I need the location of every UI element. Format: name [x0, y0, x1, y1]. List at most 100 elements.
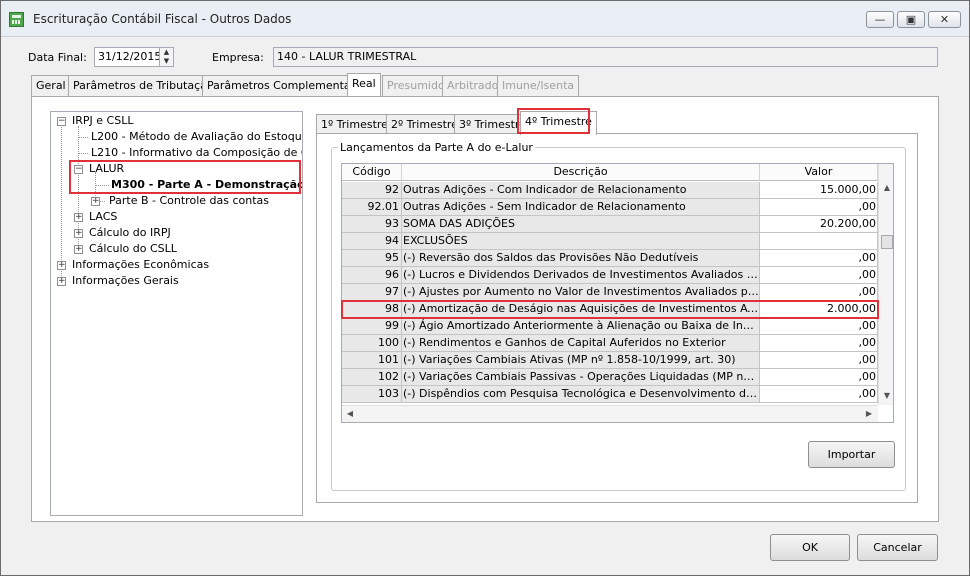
cell-valor[interactable]: ,00 [760, 267, 878, 283]
table-row[interactable]: 92.01 Outras Adições - Sem Indicador de R… [342, 199, 878, 216]
scroll-up-icon[interactable]: ▲ [880, 182, 893, 194]
tab-geral[interactable]: Geral [31, 75, 71, 96]
date-spinner[interactable]: ▲ ▼ [159, 47, 174, 67]
table-row[interactable]: 92 Outras Adições - Com Indicador de Rela… [342, 182, 878, 199]
scroll-thumb[interactable] [881, 235, 893, 249]
tab-2-trimestre[interactable]: 2º Trimestre [386, 114, 463, 135]
tree-item-l200[interactable]: L200 - Método de Avaliação do Estoque Fi [91, 130, 302, 144]
cell-codigo[interactable]: 94 [342, 233, 402, 249]
table-row[interactable]: 100 (-) Rendimentos e Ganhos de Capital A… [342, 335, 878, 352]
expand-icon[interactable]: + [74, 245, 83, 254]
tab-1-trimestre[interactable]: 1º Trimestre [316, 114, 393, 135]
navigation-tree[interactable]: − IRPJ e CSLL L200 - Método de Avaliação… [50, 111, 303, 516]
cell-valor[interactable]: ,00 [760, 352, 878, 368]
cell-valor[interactable]: ,00 [760, 369, 878, 385]
tree-item-lacs[interactable]: LACS [89, 210, 117, 224]
table-row[interactable]: 101 (-) Variações Cambiais Ativas (MP nº … [342, 352, 878, 369]
table-row[interactable]: 103 (-) Dispêndios com Pesquisa Tecnológi… [342, 386, 878, 403]
tree-item-m300[interactable]: M300 - Parte A - Demonstração d [111, 178, 302, 192]
vertical-scrollbar[interactable]: ▲ ▼ [878, 164, 893, 405]
cell-codigo[interactable]: 92.01 [342, 199, 402, 215]
expand-icon[interactable]: + [74, 213, 83, 222]
cell-valor[interactable]: ,00 [760, 335, 878, 351]
cell-valor[interactable]: ,00 [760, 250, 878, 266]
table-row[interactable]: 99 (-) Ágio Amortizado Anteriormente à Al… [342, 318, 878, 335]
tree-item-informacoes-gerais[interactable]: Informações Gerais [72, 274, 179, 288]
cell-descricao[interactable]: SOMA DAS ADIÇÕES [402, 216, 760, 232]
cell-descricao[interactable]: EXCLUSÕES [402, 233, 760, 249]
cell-descricao[interactable]: (-) Variações Cambiais Ativas (MP nº 1.8… [402, 352, 760, 368]
restore-button[interactable]: ▣ [897, 11, 925, 28]
expand-icon[interactable]: + [57, 277, 66, 286]
spin-up-icon[interactable]: ▲ [160, 48, 173, 57]
tree-item-informacoes-economicas[interactable]: Informações Econômicas [72, 258, 209, 272]
cell-descricao[interactable]: (-) Lucros e Dividendos Derivados de Inv… [402, 267, 760, 283]
cell-descricao[interactable]: (-) Variações Cambiais Passivas - Operaç… [402, 369, 760, 385]
tree-item-calculo-csll[interactable]: Cálculo do CSLL [89, 242, 177, 256]
collapse-icon[interactable]: − [74, 165, 83, 174]
cell-valor[interactable]: ,00 [760, 284, 878, 300]
expand-icon[interactable]: + [91, 197, 100, 206]
tree-item-l210[interactable]: L210 - Informativo da Composição de Cust… [91, 146, 302, 160]
column-header-descricao[interactable]: Descrição [402, 164, 760, 181]
data-final-field[interactable]: 31/12/2015 [94, 47, 161, 67]
tree-item-lalur[interactable]: LALUR [89, 162, 124, 176]
cell-descricao[interactable]: (-) Dispêndios com Pesquisa Tecnológica … [402, 386, 760, 402]
cell-valor[interactable]: 2.000,00 [760, 301, 878, 317]
cell-descricao[interactable]: (-) Ajustes por Aumento no Valor de Inve… [402, 284, 760, 300]
importar-button[interactable]: Importar [808, 441, 895, 468]
cell-descricao[interactable]: (-) Amortização de Deságio nas Aquisiçõe… [402, 301, 760, 317]
lancamentos-grid[interactable]: Código Descrição Valor 92 Outras Adições … [341, 163, 894, 423]
collapse-icon[interactable]: − [57, 117, 66, 126]
cell-codigo[interactable]: 96 [342, 267, 402, 283]
cell-descricao[interactable]: (-) Ágio Amortizado Anteriormente à Alie… [402, 318, 760, 334]
tab-real[interactable]: Real [347, 73, 381, 96]
scroll-left-icon[interactable]: ◀ [343, 408, 357, 420]
cell-descricao[interactable]: (-) Reversão dos Saldos das Provisões Nã… [402, 250, 760, 266]
cell-codigo[interactable]: 95 [342, 250, 402, 266]
close-button[interactable]: ✕ [928, 11, 961, 28]
cell-codigo[interactable]: 92 [342, 182, 402, 198]
scroll-down-icon[interactable]: ▼ [880, 390, 893, 402]
cell-valor[interactable] [760, 233, 878, 249]
tab-arbitrado: Arbitrado [442, 75, 504, 96]
scroll-right-icon[interactable]: ▶ [862, 408, 876, 420]
cell-valor[interactable]: ,00 [760, 386, 878, 402]
table-row[interactable]: 98 (-) Amortização de Deságio nas Aquisiç… [342, 301, 878, 318]
expand-icon[interactable]: + [74, 229, 83, 238]
spin-down-icon[interactable]: ▼ [160, 57, 173, 66]
cell-valor[interactable]: ,00 [760, 199, 878, 215]
cell-valor[interactable]: ,00 [760, 318, 878, 334]
table-row[interactable]: 96 (-) Lucros e Dividendos Derivados de I… [342, 267, 878, 284]
cell-codigo[interactable]: 101 [342, 352, 402, 368]
table-row[interactable]: 95 (-) Reversão dos Saldos das Provisões … [342, 250, 878, 267]
cell-descricao[interactable]: Outras Adições - Com Indicador de Relaci… [402, 182, 760, 198]
horizontal-scrollbar[interactable]: ◀ ▶ [342, 405, 878, 422]
cell-codigo[interactable]: 93 [342, 216, 402, 232]
tree-item-calculo-irpj[interactable]: Cálculo do IRPJ [89, 226, 171, 240]
cell-codigo[interactable]: 99 [342, 318, 402, 334]
cell-codigo[interactable]: 98 [342, 301, 402, 317]
cell-codigo[interactable]: 97 [342, 284, 402, 300]
tree-item-irpj-csll[interactable]: IRPJ e CSLL [72, 114, 133, 128]
tree-item-parte-b[interactable]: Parte B - Controle das contas [109, 194, 269, 208]
table-row[interactable]: 102 (-) Variações Cambiais Passivas - Ope… [342, 369, 878, 386]
cell-codigo[interactable]: 100 [342, 335, 402, 351]
tab-4-trimestre[interactable]: 4º Trimestre [520, 111, 597, 135]
tab-parametros-tributacao[interactable]: Parâmetros de Tributação [68, 75, 219, 96]
column-header-codigo[interactable]: Código [342, 164, 402, 181]
cancelar-button[interactable]: Cancelar [857, 534, 938, 561]
minimize-button[interactable]: — [866, 11, 894, 28]
column-header-valor[interactable]: Valor [760, 164, 878, 181]
table-row[interactable]: 94 EXCLUSÕES [342, 233, 878, 250]
cell-codigo[interactable]: 102 [342, 369, 402, 385]
expand-icon[interactable]: + [57, 261, 66, 270]
cell-codigo[interactable]: 103 [342, 386, 402, 402]
cell-descricao[interactable]: (-) Rendimentos e Ganhos de Capital Aufe… [402, 335, 760, 351]
cell-valor[interactable]: 15.000,00 [760, 182, 878, 198]
table-row[interactable]: 97 (-) Ajustes por Aumento no Valor de In… [342, 284, 878, 301]
table-row[interactable]: 93 SOMA DAS ADIÇÕES 20.200,00 [342, 216, 878, 233]
cell-valor[interactable]: 20.200,00 [760, 216, 878, 232]
ok-button[interactable]: OK [770, 534, 850, 561]
cell-descricao[interactable]: Outras Adições - Sem Indicador de Relaci… [402, 199, 760, 215]
